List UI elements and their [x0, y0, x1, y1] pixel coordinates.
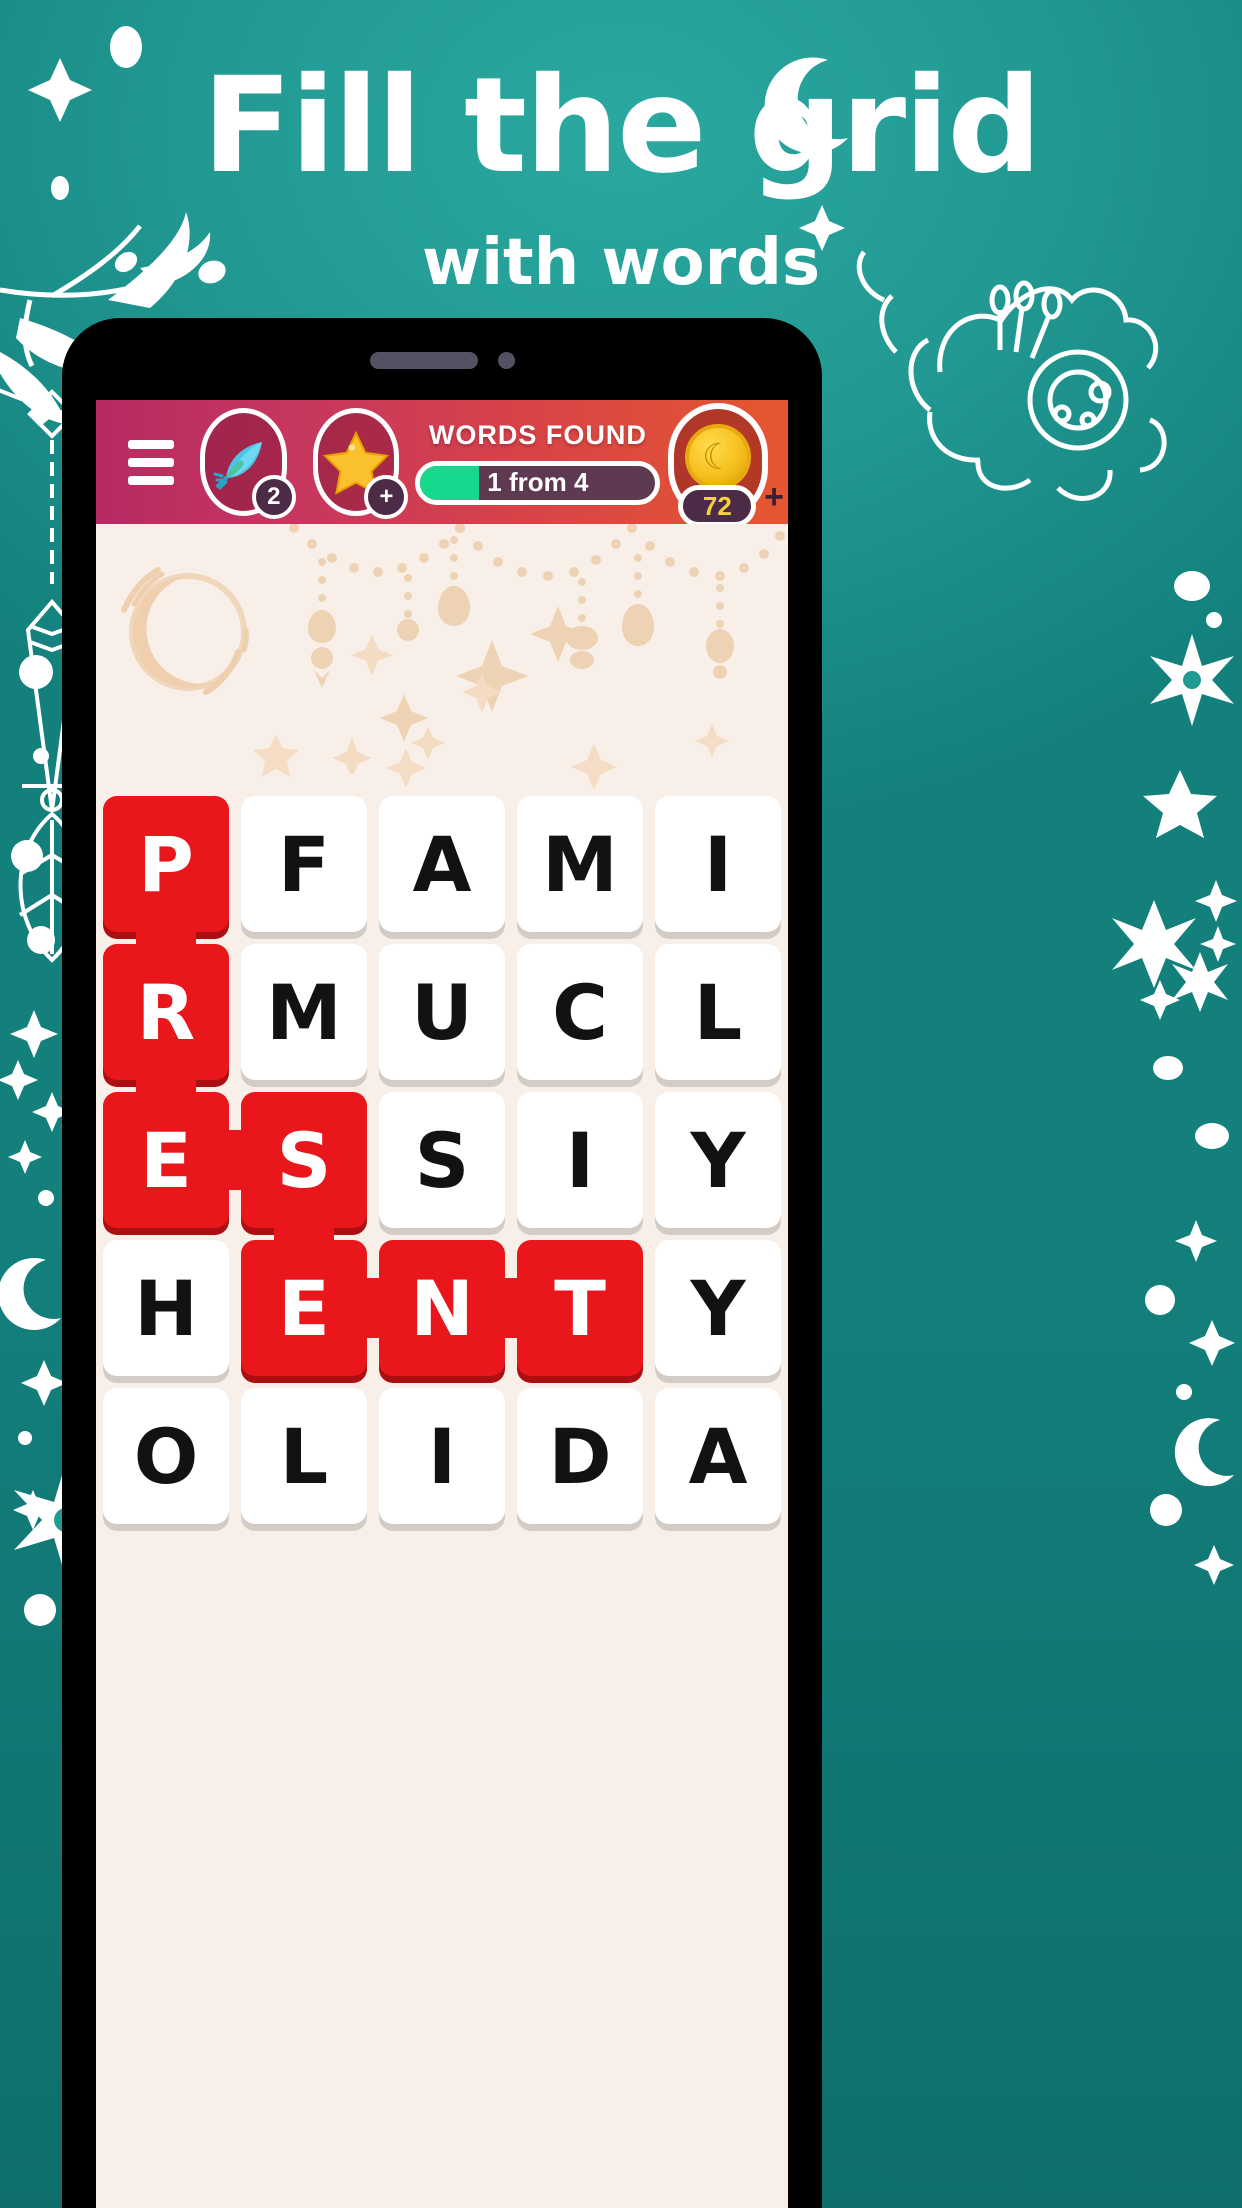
letter-tile-label: T [554, 1263, 606, 1353]
phone-notch [62, 352, 822, 369]
letter-tile-label: S [276, 1115, 332, 1205]
star-add-badge: + [364, 475, 409, 519]
menu-icon[interactable] [128, 439, 175, 485]
letter-tile[interactable]: N [379, 1240, 519, 1376]
letter-tile-label: Y [690, 1115, 746, 1205]
coin-add-icon[interactable]: + [764, 478, 784, 517]
letter-tile-label: I [565, 1115, 595, 1205]
phone-screen: 2 + WORDS FOUND 1 from 4 ☾ 72 + P F A M … [96, 400, 788, 2208]
letter-tile-label: L [279, 1411, 329, 1501]
letter-tile-label: P [138, 819, 194, 909]
letter-tile[interactable]: A [379, 796, 505, 932]
letter-tile[interactable]: Y [655, 1240, 781, 1376]
words-found-label: WORDS FOUND [428, 419, 647, 450]
letter-tile[interactable]: P [103, 796, 229, 946]
letter-tile[interactable]: O [103, 1388, 229, 1524]
letter-tile[interactable]: C [517, 944, 643, 1080]
letter-tile-label: A [688, 1411, 748, 1501]
letter-tile-label: C [552, 967, 608, 1057]
letter-tile[interactable]: I [517, 1092, 643, 1228]
letter-tile-label: D [548, 1411, 612, 1501]
feather-powerup-button[interactable]: 2 [200, 408, 296, 519]
letter-tile[interactable]: R [103, 944, 229, 1094]
letter-tile-label: E [278, 1263, 330, 1353]
letter-tile-label: M [266, 967, 342, 1057]
feather-count-badge: 2 [251, 475, 296, 519]
game-board: PFAMIRMUCLESSIYHENTYOLIDA [96, 524, 788, 2208]
coin-moon-icon: ☾ [685, 424, 752, 490]
game-top-bar: 2 + WORDS FOUND 1 from 4 ☾ 72 + [96, 400, 788, 527]
letter-tile[interactable]: I [655, 796, 781, 932]
letter-tile[interactable]: L [655, 944, 781, 1080]
letter-tile[interactable]: M [241, 944, 367, 1080]
letter-tile-label: I [427, 1411, 457, 1501]
coin-count: 72 [678, 485, 757, 527]
letter-tile[interactable]: F [241, 796, 367, 932]
letter-tile[interactable]: E [103, 1092, 243, 1228]
phone-camera-icon [497, 352, 515, 369]
phone-mockup: 2 + WORDS FOUND 1 from 4 ☾ 72 + P F A M … [62, 318, 822, 2208]
letter-tile-label: U [411, 967, 473, 1057]
letter-tile[interactable]: Y [655, 1092, 781, 1228]
letter-tile-label: E [140, 1115, 192, 1205]
crescent-moon-decoration [121, 567, 249, 695]
letter-tile-label: Y [690, 1263, 746, 1353]
letter-tile-label: L [693, 967, 743, 1057]
page-subtitle: with words [421, 226, 821, 300]
phone-speaker-icon [369, 352, 478, 369]
letter-tile[interactable]: H [103, 1240, 229, 1376]
letter-tile[interactable]: T [517, 1240, 643, 1376]
letter-tile-label: O [133, 1411, 199, 1501]
promo-headline: Fill the grid with words [0, 60, 1242, 300]
page-title: Fill the grid [202, 49, 1042, 203]
letter-tile-label: N [410, 1263, 474, 1353]
letter-tile[interactable]: I [379, 1388, 505, 1524]
letter-tile[interactable]: U [379, 944, 505, 1080]
star-sparkles-decoration [253, 724, 729, 790]
letter-tile[interactable]: S [379, 1092, 505, 1228]
star-powerup-button[interactable]: + [312, 408, 409, 519]
letter-tile-label: H [134, 1263, 198, 1353]
words-found-progress-bar: 1 from 4 [415, 460, 661, 505]
words-found-block: WORDS FOUND 1 from 4 [415, 419, 661, 505]
letter-tile-label: A [412, 819, 472, 909]
letter-tile-label: F [278, 819, 330, 909]
letter-grid: PFAMIRMUCLESSIYHENTYOLIDA [102, 796, 782, 1524]
letter-tile-label: I [703, 819, 733, 909]
letter-tile[interactable]: S [241, 1092, 367, 1242]
letter-tile-label: R [136, 967, 196, 1057]
progress-label: 1 from 4 [487, 467, 589, 497]
letter-tile-label: M [542, 819, 618, 909]
letter-tile[interactable]: M [517, 796, 643, 932]
letter-tile[interactable]: E [241, 1240, 381, 1376]
progress-fill [420, 465, 480, 500]
letter-tile[interactable]: A [655, 1388, 781, 1524]
letter-tile-label: S [414, 1115, 470, 1205]
coin-balance-button[interactable]: ☾ 72 + [668, 403, 784, 527]
letter-tile[interactable]: L [241, 1388, 367, 1524]
letter-tile[interactable]: D [517, 1388, 643, 1524]
